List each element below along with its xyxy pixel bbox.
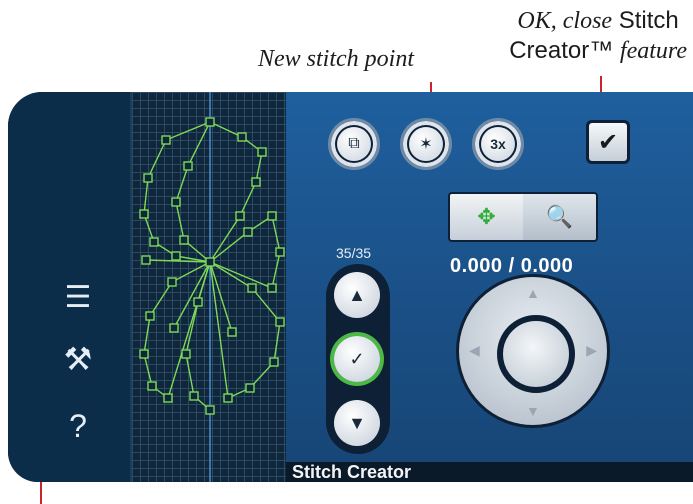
new-stitch-point-callout: New stitch point — [258, 46, 414, 72]
stitch-grid[interactable] — [130, 92, 288, 482]
arrow-left-icon: ◀ — [469, 342, 480, 358]
callout-text: Stitch — [618, 7, 679, 34]
down-button[interactable]: ▼ — [334, 400, 380, 446]
move-icon[interactable]: ✥ — [450, 194, 523, 240]
stitch-counter: 35/35 — [336, 245, 372, 261]
left-toolbar: ☰ ⚒ ? — [8, 92, 130, 482]
coordinates-readout: 0.000 / 0.000 — [450, 255, 574, 277]
ok-close-button[interactable]: ✔ — [586, 120, 630, 164]
zoom-icon[interactable]: 🔍 — [523, 194, 596, 240]
up-button[interactable]: ▲ — [334, 272, 380, 318]
callout-text: feature — [619, 38, 687, 64]
triple-stitch-icon: 3x — [481, 127, 515, 161]
callout-text: OK, close — [517, 8, 613, 34]
new-point-icon: ✶ — [409, 127, 443, 161]
device-screen: ☰ ⚒ ? ⧉ ✶ 3x ✔ 35/35 ✥ 🔍 0.000 / 0.000 ▲… — [8, 92, 693, 482]
menu-icon[interactable]: ☰ — [52, 280, 104, 315]
ok-close-callout: OK, close Stitch Creator™ feature — [509, 6, 687, 66]
callout-text: Creator™ — [509, 37, 614, 64]
new-stitch-point-button[interactable]: ✶ — [400, 118, 452, 170]
copy-stitch-button[interactable]: ⧉ — [328, 118, 380, 170]
arrow-up-icon: ▲ — [526, 285, 540, 301]
select-stitch-button[interactable]: ✓ — [334, 336, 380, 382]
help-icon[interactable]: ? — [52, 408, 104, 445]
mode-title-bar: Stitch Creator — [286, 462, 693, 482]
move-zoom-toggle: ✥ 🔍 — [448, 192, 598, 242]
control-panel: ⧉ ✶ 3x ✔ 35/35 ✥ 🔍 0.000 / 0.000 ▲ ✓ ▼ ▲… — [286, 92, 693, 462]
position-wheel[interactable]: ▲ ▼ ◀ ▶ — [456, 274, 610, 428]
stitch-pattern — [139, 92, 285, 482]
copy-icon: ⧉ — [337, 127, 371, 161]
arrow-right-icon: ▶ — [586, 342, 597, 358]
stitch-stepper: ▲ ✓ ▼ — [326, 264, 390, 454]
triple-stitch-button[interactable]: 3x — [472, 118, 524, 170]
tools-icon[interactable]: ⚒ — [52, 340, 104, 378]
center-knob[interactable] — [497, 315, 575, 393]
arrow-down-icon: ▼ — [526, 403, 540, 419]
